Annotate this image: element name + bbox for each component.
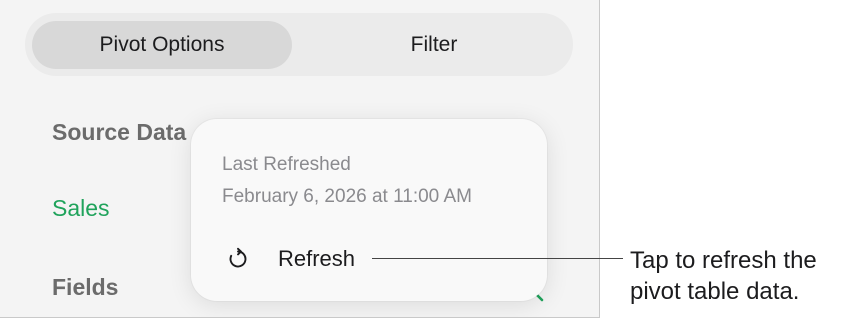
last-refreshed-label: Last Refreshed [222,154,351,175]
screen: Pivot Options Filter Source Data Sales F… [0,0,867,319]
tab-filter[interactable]: Filter [303,21,565,69]
refresh-popover: Last Refreshed February 6, 2026 at 11:00… [191,119,547,301]
tab-pivot-options[interactable]: Pivot Options [32,21,292,69]
fields-heading: Fields [52,274,119,300]
last-refreshed-value: February 6, 2026 at 11:00 AM [222,186,472,207]
callout-line [372,258,623,259]
segmented-control: Pivot Options Filter [25,13,573,76]
callout-line-2: pivot table data. [630,278,800,305]
refresh-icon [225,246,251,272]
pivot-inspector-panel: Pivot Options Filter Source Data Sales F… [0,0,600,318]
refresh-button[interactable]: Refresh [225,243,355,275]
callout-text: Tap to refresh the pivot table data. [630,245,866,307]
source-data-value[interactable]: Sales [52,195,110,222]
callout-line-1: Tap to refresh the [630,247,817,274]
source-data-heading: Source Data [52,119,187,145]
refresh-label: Refresh [278,246,356,271]
